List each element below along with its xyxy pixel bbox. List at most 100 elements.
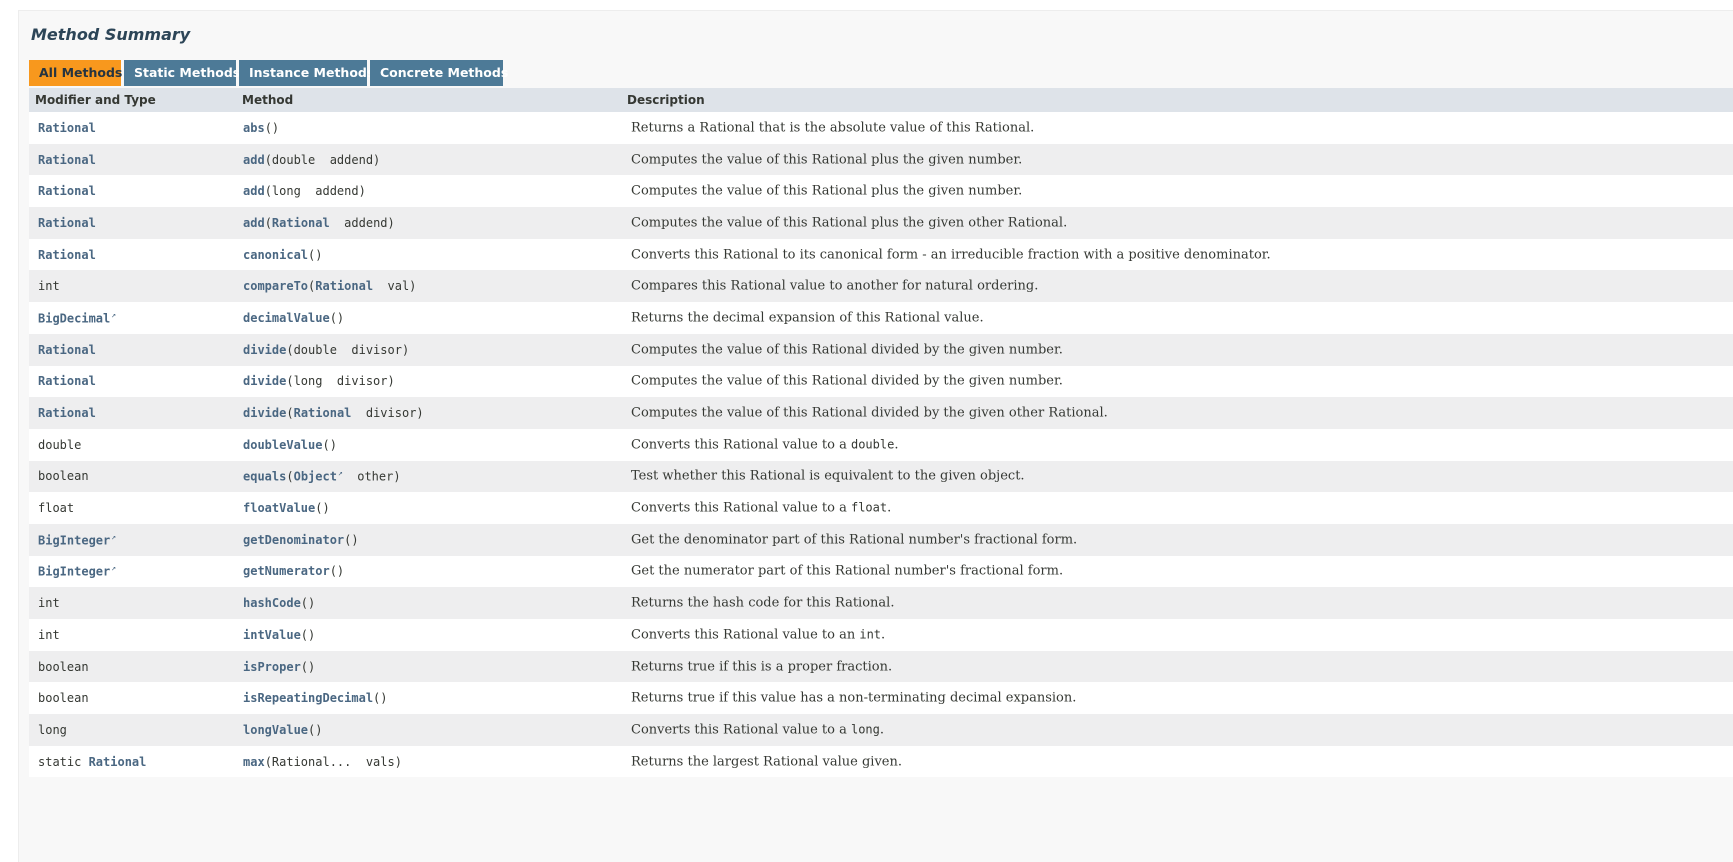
method-link[interactable]: max bbox=[243, 755, 265, 769]
description-cell: Returns true if this is a proper fractio… bbox=[631, 659, 892, 674]
modifier-type-cell: Rational bbox=[38, 184, 96, 198]
method-link[interactable]: equals bbox=[243, 470, 286, 484]
table-row: long longValue() Converts this Rational va… bbox=[29, 714, 1733, 746]
modifier-type-cell: BigDecimal↗ bbox=[38, 310, 116, 325]
method-signature-cell: doubleValue() bbox=[243, 438, 337, 452]
method-link[interactable]: divide bbox=[243, 374, 286, 388]
type-link[interactable]: Rational bbox=[89, 755, 147, 769]
method-params: () bbox=[329, 564, 345, 579]
description-text: Get the numerator part of this Rational … bbox=[631, 563, 1064, 579]
table-row: float floatValue() Converts this Rational … bbox=[29, 492, 1733, 524]
description-text: Converts this Rational value to a bbox=[631, 437, 851, 453]
method-link[interactable]: doubleValue bbox=[243, 438, 322, 452]
description-suffix: . bbox=[881, 627, 886, 643]
method-signature-cell: add(Rational addend) bbox=[243, 216, 395, 230]
method-params: addend) bbox=[329, 215, 395, 230]
method-link[interactable]: divide bbox=[243, 343, 286, 357]
method-link[interactable]: canonical bbox=[243, 248, 308, 262]
method-signature-cell: max(Rational... vals) bbox=[243, 755, 402, 769]
method-params: (long divisor) bbox=[286, 374, 395, 389]
method-params: (double divisor) bbox=[286, 342, 410, 357]
description-cell: Computes the value of this Rational divi… bbox=[631, 374, 1063, 389]
type-link[interactable]: BigDecimal bbox=[38, 311, 110, 325]
tab-instance-methods[interactable]: Instance Methods bbox=[239, 60, 374, 86]
method-link[interactable]: isRepeatingDecimal bbox=[243, 691, 373, 705]
method-signature-cell: add(long addend) bbox=[243, 184, 366, 198]
external-link-icon: ↗ bbox=[111, 310, 117, 320]
description-text: Computes the value of this Rational divi… bbox=[631, 373, 1063, 389]
table-row: int hashCode() Returns the hash code for t… bbox=[29, 587, 1733, 619]
method-link[interactable]: add bbox=[243, 153, 265, 167]
method-link[interactable]: decimalValue bbox=[243, 311, 330, 325]
modifier-keyword: static bbox=[38, 754, 89, 769]
method-link[interactable]: intValue bbox=[243, 628, 301, 642]
type-link[interactable]: Rational bbox=[38, 374, 96, 388]
method-params: (double addend) bbox=[264, 152, 381, 167]
description-cell: Test whether this Rational is equivalent… bbox=[631, 469, 1025, 484]
method-link[interactable]: isProper bbox=[243, 660, 301, 674]
tab-static-methods[interactable]: Static Methods bbox=[124, 60, 240, 86]
description-text: Returns a Rational that is the absolute … bbox=[631, 120, 1035, 136]
method-link[interactable]: hashCode bbox=[243, 596, 301, 610]
header-description: Description bbox=[627, 93, 705, 107]
type-name: float bbox=[38, 501, 75, 516]
table-header: Modifier and Type Method Description bbox=[29, 88, 1733, 112]
type-link[interactable]: Rational bbox=[38, 121, 96, 135]
method-link[interactable]: add bbox=[243, 216, 265, 230]
method-link[interactable]: divide bbox=[243, 406, 286, 420]
method-link[interactable]: getNumerator bbox=[243, 564, 330, 578]
type-link[interactable]: Rational bbox=[38, 343, 96, 357]
modifier-type-cell: static Rational bbox=[38, 755, 146, 769]
method-link[interactable]: floatValue bbox=[243, 501, 315, 515]
type-link[interactable]: BigInteger bbox=[38, 565, 110, 579]
table-row: BigInteger↗ getNumerator() Get the numerat… bbox=[29, 555, 1733, 588]
type-link[interactable]: Rational bbox=[38, 153, 96, 167]
method-link[interactable]: getDenominator bbox=[243, 533, 344, 547]
param-type-link[interactable]: Rational bbox=[272, 216, 330, 230]
method-link[interactable]: abs bbox=[243, 121, 265, 135]
param-type-link[interactable]: Object bbox=[294, 470, 337, 484]
modifier-type-cell: long bbox=[38, 723, 67, 737]
tab-concrete-methods[interactable]: Concrete Methods bbox=[370, 60, 508, 86]
table-row: Rational add(long addend) Computes the val… bbox=[29, 175, 1733, 208]
description-cell: Converts this Rational to its canonical … bbox=[631, 247, 1271, 262]
type-link[interactable]: Rational bbox=[38, 406, 96, 420]
method-params: () bbox=[344, 532, 359, 547]
modifier-type-cell: BigInteger↗ bbox=[38, 564, 116, 579]
method-link[interactable]: compareTo bbox=[243, 279, 308, 293]
description-code: int bbox=[859, 627, 882, 642]
method-params: () bbox=[308, 247, 323, 262]
description-text: Returns true if this value has a non-ter… bbox=[631, 690, 1077, 706]
table-row: double doubleValue() Converts this Rationa… bbox=[29, 428, 1733, 461]
type-link[interactable]: Rational bbox=[38, 184, 96, 198]
description-text: Returns the hash code for this Rational. bbox=[631, 595, 895, 611]
description-cell: Computes the value of this Rational plus… bbox=[631, 215, 1067, 230]
method-link[interactable]: longValue bbox=[243, 723, 308, 737]
param-type-link[interactable]: Rational bbox=[315, 279, 373, 293]
method-params: (long addend) bbox=[264, 184, 366, 199]
description-text: Converts this Rational value to a bbox=[631, 500, 851, 516]
param-type-link[interactable]: Rational bbox=[294, 406, 352, 420]
tab-all-methods[interactable]: All Methods bbox=[29, 60, 122, 86]
description-cell: Get the denominator part of this Rationa… bbox=[631, 532, 1077, 547]
description-suffix: . bbox=[879, 722, 885, 738]
description-text: Computes the value of this Rational plus… bbox=[631, 183, 1023, 199]
type-name: long bbox=[38, 722, 67, 737]
modifier-type-cell: boolean bbox=[38, 469, 89, 483]
type-name: int bbox=[38, 627, 60, 642]
table-row: BigDecimal↗ decimalValue() Returns the dec… bbox=[29, 302, 1733, 334]
method-params: () bbox=[300, 659, 316, 674]
description-suffix: . bbox=[894, 437, 899, 453]
description-text: Returns the largest Rational value given… bbox=[631, 754, 902, 770]
method-signature-cell: floatValue() bbox=[243, 501, 330, 515]
description-code: float bbox=[850, 500, 888, 515]
table-row: int intValue() Converts this Rational valu… bbox=[29, 619, 1733, 651]
type-link[interactable]: BigInteger bbox=[38, 533, 110, 547]
method-params: () bbox=[315, 501, 330, 516]
type-link[interactable]: Rational bbox=[38, 248, 96, 262]
method-signature-cell: intValue() bbox=[243, 628, 315, 642]
table-row: Rational divide(Rational divisor) Computes… bbox=[29, 397, 1733, 429]
table-row: int compareTo(Rational val) Compares this … bbox=[29, 270, 1733, 303]
type-link[interactable]: Rational bbox=[38, 216, 96, 230]
method-link[interactable]: add bbox=[243, 184, 265, 198]
